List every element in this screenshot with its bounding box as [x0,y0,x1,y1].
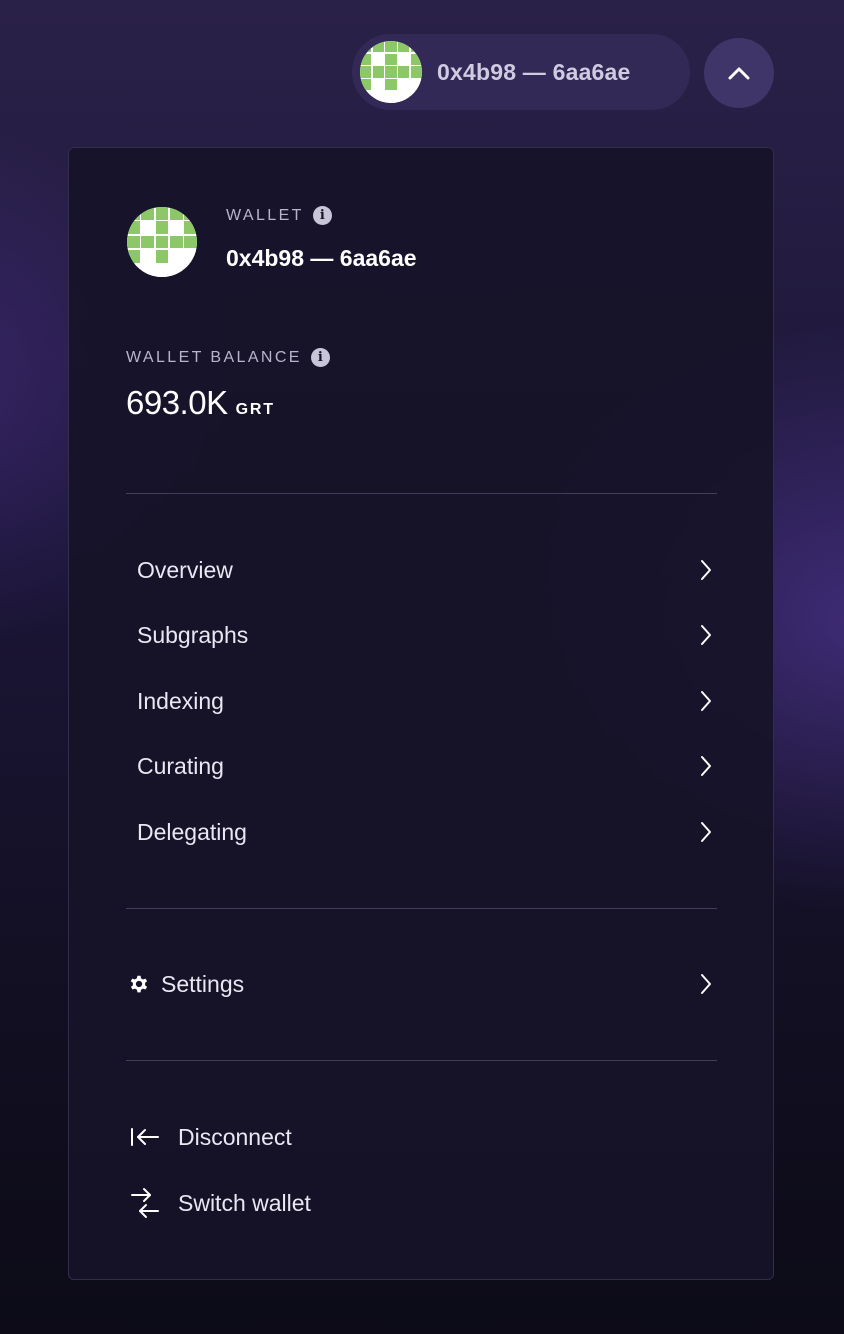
switch-wallet-button[interactable]: Switch wallet [126,1178,311,1228]
chevron-right-icon [701,756,711,776]
wallet-address: 0x4b98 — 6aa6ae [226,245,417,271]
wallet-pill[interactable]: 0x4b98 — 6aa6ae [352,34,690,110]
nav-item-settings[interactable]: Settings [126,956,717,1012]
wallet-balance-label-text: WALLET BALANCE [126,348,302,366]
info-icon[interactable]: i [312,206,332,225]
chevron-right-icon [701,560,711,580]
chevron-right-icon [701,625,711,645]
nav-item-label: Curating [137,752,224,779]
wallet-balance-label: WALLET BALANCE i [126,348,330,367]
nav-item-label: Delegating [137,818,247,845]
wallet-menu-panel: WALLET i 0x4b98 — 6aa6ae WALLET BALANCE … [68,147,774,1280]
settings-label: Settings [161,970,245,997]
nav-item-delegating[interactable]: Delegating [126,804,717,860]
chevron-up-icon [728,67,750,80]
wallet-label-text: WALLET [226,206,304,224]
identicon-avatar [360,41,422,103]
nav-item-overview[interactable]: Overview [126,542,717,598]
nav-item-label: Indexing [137,687,224,714]
wallet-label: WALLET i [226,206,332,225]
wallet-address-short: 0x4b98 — 6aa6ae [437,58,631,85]
divider [126,908,717,909]
divider [126,1060,717,1061]
wallet-balance: 693.0K GRT [126,384,275,422]
divider [126,493,717,494]
info-icon[interactable]: i [310,348,330,367]
nav-item-subgraphs[interactable]: Subgraphs [126,607,717,663]
gear-icon [128,973,150,995]
nav-item-label: Overview [137,556,233,583]
switch-arrows-icon [126,1186,164,1220]
disconnect-button[interactable]: Disconnect [126,1112,292,1162]
identicon-avatar [127,207,197,277]
chevron-right-icon [701,822,711,842]
collapse-menu-button[interactable] [704,38,774,108]
chevron-right-icon [701,974,711,994]
chevron-right-icon [701,691,711,711]
nav-item-indexing[interactable]: Indexing [126,673,717,729]
nav-item-curating[interactable]: Curating [126,738,717,794]
balance-unit: GRT [235,401,275,418]
disconnect-icon [126,1126,164,1148]
nav-item-label: Subgraphs [137,621,249,648]
balance-value: 693.0K [126,384,228,421]
switch-wallet-label: Switch wallet [178,1189,311,1216]
disconnect-label: Disconnect [178,1123,292,1150]
